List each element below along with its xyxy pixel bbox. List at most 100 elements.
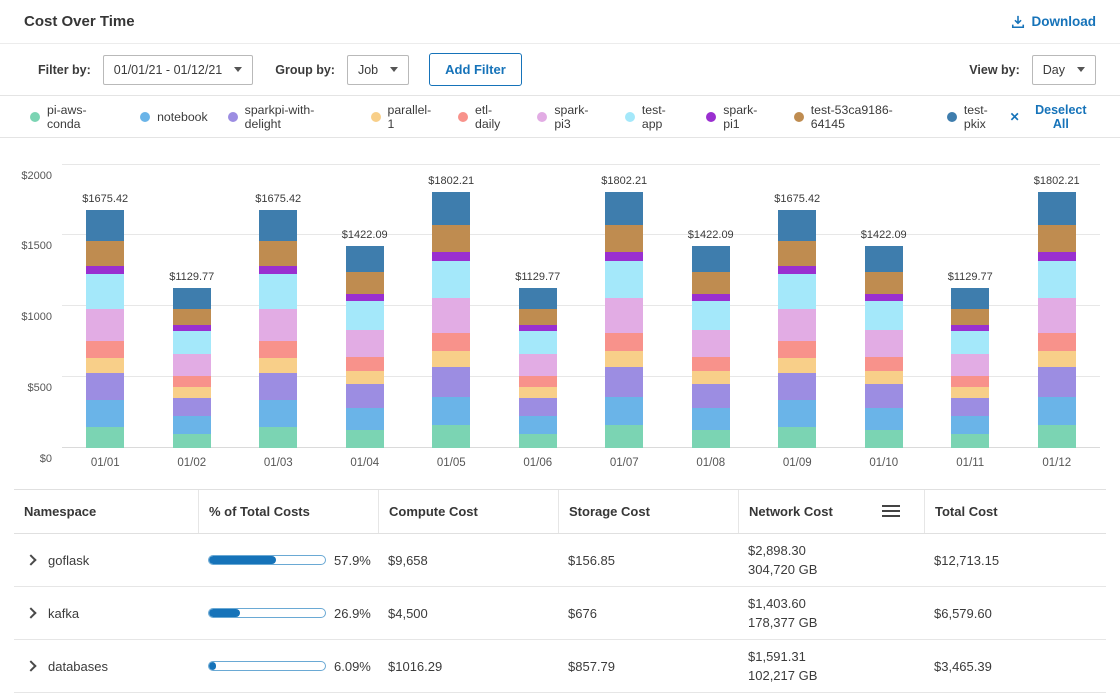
bar-segment-sparkpi-with-delight[interactable] <box>605 367 643 396</box>
group-by-select[interactable]: Job <box>347 55 409 85</box>
bar-segment-test-app[interactable] <box>86 274 124 309</box>
bar-segment-sparkpi-with-delight[interactable] <box>865 384 903 407</box>
bar-segment-spark-pi3[interactable] <box>86 309 124 341</box>
bar-segment-pi-aws-conda[interactable] <box>692 430 730 448</box>
bar-stack[interactable] <box>346 246 384 448</box>
bar-segment-spark-pi1[interactable] <box>259 266 297 274</box>
bar-segment-notebook[interactable] <box>951 416 989 434</box>
bar-stack[interactable] <box>692 246 730 448</box>
bar-segment-test-app[interactable] <box>865 301 903 330</box>
table-row[interactable]: kafka 26.9% $4,500 $676 $1,403.60 178,37… <box>14 587 1106 640</box>
bar-segment-test-app[interactable] <box>346 301 384 330</box>
bar-group[interactable]: $1129.77 <box>495 164 582 448</box>
date-range-select[interactable]: 01/01/21 - 01/12/21 <box>103 55 253 85</box>
bar-segment-test-app[interactable] <box>519 331 557 354</box>
bar-segment-etl-daily[interactable] <box>259 341 297 358</box>
bar-segment-pi-aws-conda[interactable] <box>951 434 989 448</box>
bar-group[interactable]: $1802.21 <box>1014 164 1101 448</box>
bar-segment-spark-pi1[interactable] <box>1038 252 1076 261</box>
bar-segment-parallel-1[interactable] <box>173 387 211 397</box>
bar-segment-sparkpi-with-delight[interactable] <box>519 398 557 416</box>
bar-segment-spark-pi3[interactable] <box>605 298 643 333</box>
bar-segment-spark-pi3[interactable] <box>432 298 470 333</box>
bar-group[interactable]: $1675.42 <box>754 164 841 448</box>
bar-segment-test-app[interactable] <box>778 274 816 309</box>
bar-segment-test-pkix[interactable] <box>173 288 211 309</box>
legend-item[interactable]: etl-daily <box>458 103 517 131</box>
bar-segment-spark-pi1[interactable] <box>605 252 643 261</box>
bar-segment-test-pkix[interactable] <box>259 210 297 241</box>
bar-segment-sparkpi-with-delight[interactable] <box>432 367 470 396</box>
bar-segment-parallel-1[interactable] <box>1038 351 1076 368</box>
bar-group[interactable]: $1802.21 <box>408 164 495 448</box>
bar-segment-etl-daily[interactable] <box>173 376 211 387</box>
bar-group[interactable]: $1802.21 <box>581 164 668 448</box>
bar-segment-spark-pi3[interactable] <box>173 354 211 376</box>
bar-segment-test-app[interactable] <box>1038 261 1076 298</box>
bar-stack[interactable] <box>951 288 989 448</box>
bar-segment-etl-daily[interactable] <box>1038 333 1076 351</box>
bar-group[interactable]: $1422.09 <box>841 164 928 448</box>
bar-segment-notebook[interactable] <box>86 400 124 426</box>
bar-segment-parallel-1[interactable] <box>519 387 557 397</box>
bar-segment-sparkpi-with-delight[interactable] <box>778 373 816 400</box>
bar-segment-test-pkix[interactable] <box>86 210 124 241</box>
bar-group[interactable]: $1422.09 <box>322 164 409 448</box>
bar-segment-parallel-1[interactable] <box>778 358 816 374</box>
bar-segment-etl-daily[interactable] <box>778 341 816 358</box>
bar-segment-test-53ca9186-64145[interactable] <box>692 272 730 293</box>
bar-stack[interactable] <box>432 192 470 448</box>
bar-group[interactable]: $1129.77 <box>149 164 236 448</box>
bar-group[interactable]: $1422.09 <box>668 164 755 448</box>
bar-segment-test-53ca9186-64145[interactable] <box>519 309 557 326</box>
bar-segment-notebook[interactable] <box>346 408 384 430</box>
bar-segment-etl-daily[interactable] <box>432 333 470 351</box>
bar-segment-parallel-1[interactable] <box>692 371 730 384</box>
bar-segment-spark-pi3[interactable] <box>951 354 989 376</box>
bar-segment-test-pkix[interactable] <box>778 210 816 241</box>
bar-segment-spark-pi3[interactable] <box>519 354 557 376</box>
bar-segment-spark-pi1[interactable] <box>432 252 470 261</box>
bar-segment-notebook[interactable] <box>1038 397 1076 425</box>
bar-segment-pi-aws-conda[interactable] <box>519 434 557 448</box>
chevron-right-icon[interactable] <box>25 607 36 618</box>
bar-segment-test-pkix[interactable] <box>346 246 384 272</box>
legend-item[interactable]: spark-pi3 <box>537 103 605 131</box>
bar-segment-sparkpi-with-delight[interactable] <box>692 384 730 407</box>
bar-segment-test-pkix[interactable] <box>951 288 989 309</box>
bar-segment-spark-pi1[interactable] <box>865 294 903 301</box>
bar-segment-test-53ca9186-64145[interactable] <box>605 225 643 252</box>
bar-segment-test-pkix[interactable] <box>1038 192 1076 225</box>
bar-segment-spark-pi3[interactable] <box>346 330 384 357</box>
bar-segment-test-pkix[interactable] <box>865 246 903 272</box>
bar-stack[interactable] <box>173 288 211 448</box>
bar-group[interactable]: $1675.42 <box>62 164 149 448</box>
bar-segment-sparkpi-with-delight[interactable] <box>346 384 384 407</box>
table-row[interactable]: goflask 57.9% $9,658 $156.85 $2,898.30 3… <box>14 534 1106 587</box>
legend-item[interactable]: notebook <box>140 110 208 124</box>
download-button[interactable]: Download <box>1011 14 1097 29</box>
bar-stack[interactable] <box>865 246 903 448</box>
bar-segment-test-pkix[interactable] <box>519 288 557 309</box>
bar-segment-pi-aws-conda[interactable] <box>259 427 297 448</box>
bar-segment-notebook[interactable] <box>432 397 470 425</box>
bar-segment-spark-pi1[interactable] <box>692 294 730 301</box>
legend-item[interactable]: spark-pi1 <box>706 103 774 131</box>
bar-segment-parallel-1[interactable] <box>432 351 470 368</box>
bar-segment-notebook[interactable] <box>778 400 816 426</box>
bar-segment-test-53ca9186-64145[interactable] <box>346 272 384 293</box>
bar-segment-etl-daily[interactable] <box>605 333 643 351</box>
legend-item[interactable]: sparkpi-with-delight <box>228 103 351 131</box>
bar-segment-parallel-1[interactable] <box>259 358 297 374</box>
bar-segment-notebook[interactable] <box>605 397 643 425</box>
bar-segment-test-app[interactable] <box>259 274 297 309</box>
legend-item[interactable]: parallel-1 <box>371 103 439 131</box>
bar-segment-sparkpi-with-delight[interactable] <box>1038 367 1076 396</box>
deselect-all-button[interactable]: ✕ Deselect All <box>1010 103 1096 131</box>
bar-segment-etl-daily[interactable] <box>865 357 903 371</box>
bar-segment-spark-pi1[interactable] <box>86 266 124 274</box>
bar-segment-parallel-1[interactable] <box>865 371 903 384</box>
legend-item[interactable]: test-53ca9186-64145 <box>794 103 927 131</box>
bar-segment-spark-pi3[interactable] <box>1038 298 1076 333</box>
bar-segment-test-53ca9186-64145[interactable] <box>865 272 903 293</box>
